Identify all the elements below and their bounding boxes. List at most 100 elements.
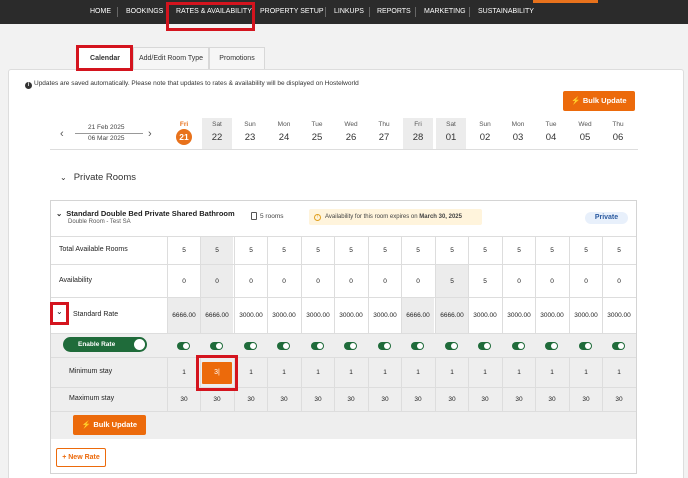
nav-reports[interactable]: REPORTS <box>377 8 411 15</box>
nav-sustainability[interactable]: SUSTAINABILITY <box>478 8 534 15</box>
enable-rate-day-toggle[interactable] <box>311 342 324 350</box>
min-stay-cell[interactable]: 1 <box>167 358 200 388</box>
chevron-left-icon[interactable]: ‹ <box>60 128 64 140</box>
standard-rate-cell[interactable]: 3000.00 <box>569 298 602 334</box>
enable-rate-day-toggle[interactable] <box>478 342 491 350</box>
availability-cell[interactable]: 0 <box>535 265 568 298</box>
max-stay-cell[interactable]: 30 <box>368 388 401 412</box>
room-type-badge: Private <box>585 212 628 224</box>
standard-rate-cell[interactable]: 3000.00 <box>301 298 334 334</box>
standard-rate-cell[interactable]: 6666.00 <box>401 298 434 334</box>
availability-cell[interactable]: 0 <box>368 265 401 298</box>
enable-rate-day-toggle[interactable] <box>210 342 223 350</box>
max-stay-cell[interactable]: 30 <box>569 388 602 412</box>
tab-add-edit-room-type[interactable]: Add/Edit Room Type <box>133 47 209 69</box>
day-column-header: Tue 04 <box>536 118 566 150</box>
availability-cell[interactable]: 0 <box>602 265 635 298</box>
section-private-rooms[interactable]: ⌄ Private Rooms <box>60 172 136 183</box>
min-stay-cell[interactable]: 1 <box>401 358 434 388</box>
nav-marketing[interactable]: MARKETING <box>424 8 466 15</box>
minimum-stay-input[interactable]: 3| <box>202 362 232 384</box>
nav-rates-availability[interactable]: RATES & AVAILABILITY <box>176 8 252 15</box>
min-stay-cell[interactable]: 1 <box>301 358 334 388</box>
max-stay-cell[interactable]: 30 <box>234 388 267 412</box>
enable-rate-day-toggle[interactable] <box>244 342 257 350</box>
min-stay-cell[interactable]: 1 <box>602 358 635 388</box>
availability-cell[interactable]: 0 <box>334 265 367 298</box>
nav-linkups[interactable]: LINKUPS <box>334 8 364 15</box>
max-stay-cell[interactable]: 30 <box>602 388 635 412</box>
min-stay-cell[interactable]: 1 <box>435 358 468 388</box>
nav-home[interactable]: HOME <box>90 8 111 15</box>
standard-rate-cell[interactable]: 6666.00 <box>435 298 468 334</box>
enable-rate-day-toggle[interactable] <box>545 342 558 350</box>
standard-rate-cell[interactable]: 3000.00 <box>468 298 501 334</box>
nav-property-setup[interactable]: PROPERTY SETUP <box>260 8 324 15</box>
min-stay-cell[interactable]: 1 <box>234 358 267 388</box>
availability-cell[interactable]: 0 <box>569 265 602 298</box>
chevron-right-icon[interactable]: › <box>148 128 152 140</box>
enable-rate-day-toggle[interactable] <box>612 342 625 350</box>
max-stay-cell[interactable]: 30 <box>435 388 468 412</box>
standard-rate-cell[interactable]: 3000.00 <box>502 298 535 334</box>
row-label: Total Available Rooms <box>59 246 128 253</box>
total-available-cell: 5 <box>468 237 501 265</box>
availability-cell[interactable]: 0 <box>301 265 334 298</box>
availability-cell[interactable]: 0 <box>401 265 434 298</box>
max-stay-cell[interactable]: 30 <box>267 388 300 412</box>
enable-rate-day-toggle[interactable] <box>445 342 458 350</box>
enable-rate-day-toggle[interactable] <box>411 342 424 350</box>
chevron-down-icon[interactable]: ⌄ <box>56 307 63 316</box>
enable-rate-day-toggle[interactable] <box>277 342 290 350</box>
standard-rate-cell[interactable]: 3000.00 <box>535 298 568 334</box>
standard-rate-cell[interactable]: 6666.00 <box>200 298 233 334</box>
max-stay-cell[interactable]: 30 <box>401 388 434 412</box>
tab-promotions[interactable]: Promotions <box>209 47 265 69</box>
nav-separator <box>415 7 416 17</box>
availability-cell[interactable]: 0 <box>234 265 267 298</box>
standard-rate-cell[interactable]: 3000.00 <box>234 298 267 334</box>
availability-cell[interactable]: 0 <box>267 265 300 298</box>
date-range-picker[interactable]: ‹ 21 Feb 2025 06 Mar 2025 › <box>60 122 160 146</box>
max-stay-cell[interactable]: 30 <box>468 388 501 412</box>
enable-rate-day-toggle[interactable] <box>344 342 357 350</box>
new-rate-button[interactable]: + New Rate <box>56 448 106 467</box>
enable-rate-day-toggle[interactable] <box>512 342 525 350</box>
availability-cell[interactable]: 5 <box>468 265 501 298</box>
min-stay-cell[interactable]: 1 <box>468 358 501 388</box>
room-name[interactable]: ⌄ Standard Double Bed Private Shared Bath… <box>56 209 235 218</box>
bulk-update-button-top[interactable]: ⚡ Bulk Update <box>563 91 635 111</box>
bulk-update-button-bottom[interactable]: ⚡ Bulk Update <box>73 415 146 435</box>
standard-rate-cell[interactable]: 3000.00 <box>334 298 367 334</box>
nav-bookings[interactable]: BOOKINGS <box>126 8 163 15</box>
total-available-cell: 5 <box>234 237 267 265</box>
max-stay-cell[interactable]: 30 <box>535 388 568 412</box>
min-stay-cell[interactable]: 1 <box>502 358 535 388</box>
max-stay-cell[interactable]: 30 <box>167 388 200 412</box>
enable-rate-day-toggle[interactable] <box>378 342 391 350</box>
total-available-cell: 5 <box>401 237 434 265</box>
standard-rate-cell[interactable]: 3000.00 <box>602 298 635 334</box>
availability-cell[interactable]: 0 <box>200 265 233 298</box>
enable-rate-day-toggle[interactable] <box>177 342 190 350</box>
standard-rate-cell[interactable]: 6666.00 <box>167 298 200 334</box>
standard-rate-cell[interactable]: 3000.00 <box>267 298 300 334</box>
availability-cell[interactable]: 0 <box>167 265 200 298</box>
enable-rate-toggle[interactable]: Enable Rate <box>63 337 147 352</box>
standard-rate-cell[interactable]: 3000.00 <box>368 298 401 334</box>
max-stay-cell[interactable]: 30 <box>502 388 535 412</box>
day-column-header: Sun 23 <box>235 118 265 150</box>
min-stay-cell[interactable]: 1 <box>569 358 602 388</box>
min-stay-cell[interactable]: 1 <box>535 358 568 388</box>
min-stay-cell[interactable]: 1 <box>368 358 401 388</box>
max-stay-cell[interactable]: 30 <box>200 388 233 412</box>
max-stay-cell[interactable]: 30 <box>334 388 367 412</box>
enable-rate-day-toggle[interactable] <box>579 342 592 350</box>
tab-calendar[interactable]: Calendar <box>77 47 133 69</box>
availability-cell[interactable]: 5 <box>435 265 468 298</box>
min-stay-cell[interactable]: 1 <box>267 358 300 388</box>
max-stay-cell[interactable]: 30 <box>301 388 334 412</box>
availability-cell[interactable]: 0 <box>502 265 535 298</box>
day-column-header: Thu 27 <box>369 118 399 150</box>
min-stay-cell[interactable]: 1 <box>334 358 367 388</box>
